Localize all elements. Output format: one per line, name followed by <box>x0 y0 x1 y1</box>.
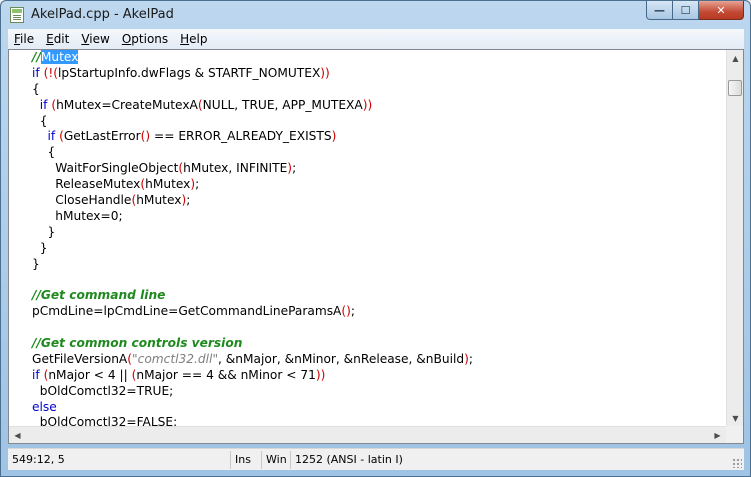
close-button[interactable]: ✕ <box>699 1 744 20</box>
code-token: ; <box>186 193 191 208</box>
code-token: nMajor < 4 || <box>48 367 132 382</box>
code-token: hMutex <box>136 193 182 208</box>
menu-options[interactable]: Options <box>116 32 174 46</box>
maximize-button[interactable]: ☐ <box>673 1 699 20</box>
code-line: CloseHandle(hMutex); <box>9 193 726 209</box>
code-token: ; <box>292 161 297 176</box>
code-token: ) <box>331 129 337 144</box>
code-token: ReleaseMutex <box>32 177 141 192</box>
encoding[interactable]: 1252 (ANSI - latin I) <box>291 451 491 469</box>
code-line: //Get common controls version <box>9 336 726 352</box>
code-token: () <box>341 304 351 319</box>
code-token: WaitForSingleObject <box>32 161 179 176</box>
code-token: "comctl32.dll" <box>132 351 219 366</box>
title-bar[interactable]: AkelPad.cpp - AkelPad — ☐ ✕ <box>1 1 750 29</box>
code-line: if (GetLastError() == ERROR_ALREADY_EXIS… <box>9 129 726 145</box>
insert-mode[interactable]: Ins <box>231 450 262 469</box>
code-token: } <box>32 240 48 255</box>
code-token: //Get common controls version <box>32 336 243 351</box>
code-token: bOldComctl32=TRUE; <box>32 383 174 398</box>
code-token: )) <box>315 367 326 382</box>
editor: //Mutex if (!(lpStartupInfo.dwFlags & STA… <box>8 49 744 444</box>
horizontal-scrollbar[interactable]: ◀ ▶ <box>9 426 726 443</box>
code-line: else <box>9 400 726 416</box>
notepad-icon <box>10 7 24 23</box>
caption-buttons: — ☐ ✕ <box>646 1 744 20</box>
code-line: } <box>9 257 726 273</box>
code-token: hMutex, INFINITE <box>183 161 288 176</box>
vertical-scrollbar[interactable]: ▲ ▼ <box>726 50 743 427</box>
code-token: ; <box>195 177 200 192</box>
code-token: , &nMajor, &nMinor, &nRelease, &nBuild <box>218 351 465 366</box>
code-line: GetFileVersionA("comctl32.dll", &nMajor,… <box>9 352 726 368</box>
code-token: (!( <box>43 65 58 80</box>
code-token: == ERROR_ALREADY_EXISTS <box>150 129 332 144</box>
menu-file[interactable]: File <box>8 32 40 46</box>
menu-view[interactable]: View <box>75 32 115 46</box>
app-window: AkelPad.cpp - AkelPad — ☐ ✕ File Edit View… <box>0 0 751 477</box>
code-token: GetFileVersionA <box>32 351 128 366</box>
code-line: if (!(lpStartupInfo.dwFlags & STARTF_NOM… <box>9 66 726 82</box>
code-token: hMutex=CreateMutexA <box>56 97 198 112</box>
resize-grip-icon[interactable] <box>732 458 742 468</box>
minimize-button[interactable]: — <box>646 1 673 20</box>
vertical-scroll-thumb[interactable] <box>728 79 742 96</box>
window-title: AkelPad.cpp - AkelPad <box>31 7 174 22</box>
code-token: ; <box>350 304 356 319</box>
code-area[interactable]: //Mutex if (!(lpStartupInfo.dwFlags & STA… <box>9 50 726 427</box>
code-line: WaitForSingleObject(hMutex, INFINITE); <box>9 161 726 177</box>
code-line: { <box>9 82 726 98</box>
code-line: //Mutex <box>9 50 726 66</box>
code-line: pCmdLine=lpCmdLine=GetCommandLineParamsA… <box>9 304 726 320</box>
scroll-right-arrow-icon[interactable]: ▶ <box>709 427 726 444</box>
code-token: { <box>32 113 48 128</box>
code-line: ReleaseMutex(hMutex); <box>9 177 726 193</box>
menu-edit[interactable]: Edit <box>40 32 75 46</box>
code-token: // <box>32 50 41 64</box>
code-token: nMajor == 4 && nMinor < 71 <box>136 367 316 382</box>
scroll-up-arrow-icon[interactable]: ▲ <box>727 50 744 67</box>
code-token: if <box>32 367 40 382</box>
selected-text: Mutex <box>40 50 79 64</box>
code-line: { <box>9 145 726 161</box>
code-line: } <box>9 225 726 241</box>
code-token: NULL, TRUE, APP_MUTEXA <box>202 97 363 112</box>
code-line: //Get command line <box>9 288 726 304</box>
scroll-left-arrow-icon[interactable]: ◀ <box>9 427 26 444</box>
code-token: hMutex <box>145 177 191 192</box>
code-token: ; <box>468 351 473 366</box>
code-line: bOldComctl32=TRUE; <box>9 384 726 400</box>
code-token: { <box>32 145 56 160</box>
code-line: hMutex=0; <box>9 209 726 225</box>
code-token: pCmdLine=lpCmdLine=GetCommandLineParamsA <box>32 304 342 319</box>
newline-format[interactable]: Win <box>262 450 291 469</box>
code-token: //Get command line <box>32 288 166 303</box>
code-line: } <box>9 241 726 257</box>
code-token: CloseHandle <box>32 193 132 208</box>
code-line: if (hMutex=CreateMutexA(NULL, TRUE, APP_… <box>9 98 726 114</box>
code-token: GetLastError <box>63 129 141 144</box>
status-bar: 549:12, 5 Ins Win 1252 (ANSI - latin I) <box>8 448 744 470</box>
code-token: hMutex=0; <box>32 208 123 223</box>
code-token: )) <box>320 65 330 80</box>
menu-help[interactable]: Help <box>174 32 213 46</box>
code-token: else <box>32 399 57 414</box>
code-token: () <box>140 129 151 144</box>
code-line: if (nMajor < 4 || (nMajor == 4 && nMinor… <box>9 368 726 384</box>
menu-bar: File Edit View Options Help <box>8 29 744 49</box>
scroll-corner <box>726 426 743 443</box>
code-token: lpStartupInfo.dwFlags & STARTF_NOMUTEX <box>57 65 321 80</box>
code-token: { <box>32 81 40 96</box>
scroll-down-arrow-icon[interactable]: ▼ <box>727 410 744 427</box>
code-token: } <box>32 224 56 239</box>
code-token: } <box>32 256 40 271</box>
code-token: if <box>32 65 40 80</box>
code-line: { <box>9 114 726 130</box>
code-token: )) <box>362 97 373 112</box>
cursor-position[interactable]: 549:12, 5 <box>8 450 231 469</box>
